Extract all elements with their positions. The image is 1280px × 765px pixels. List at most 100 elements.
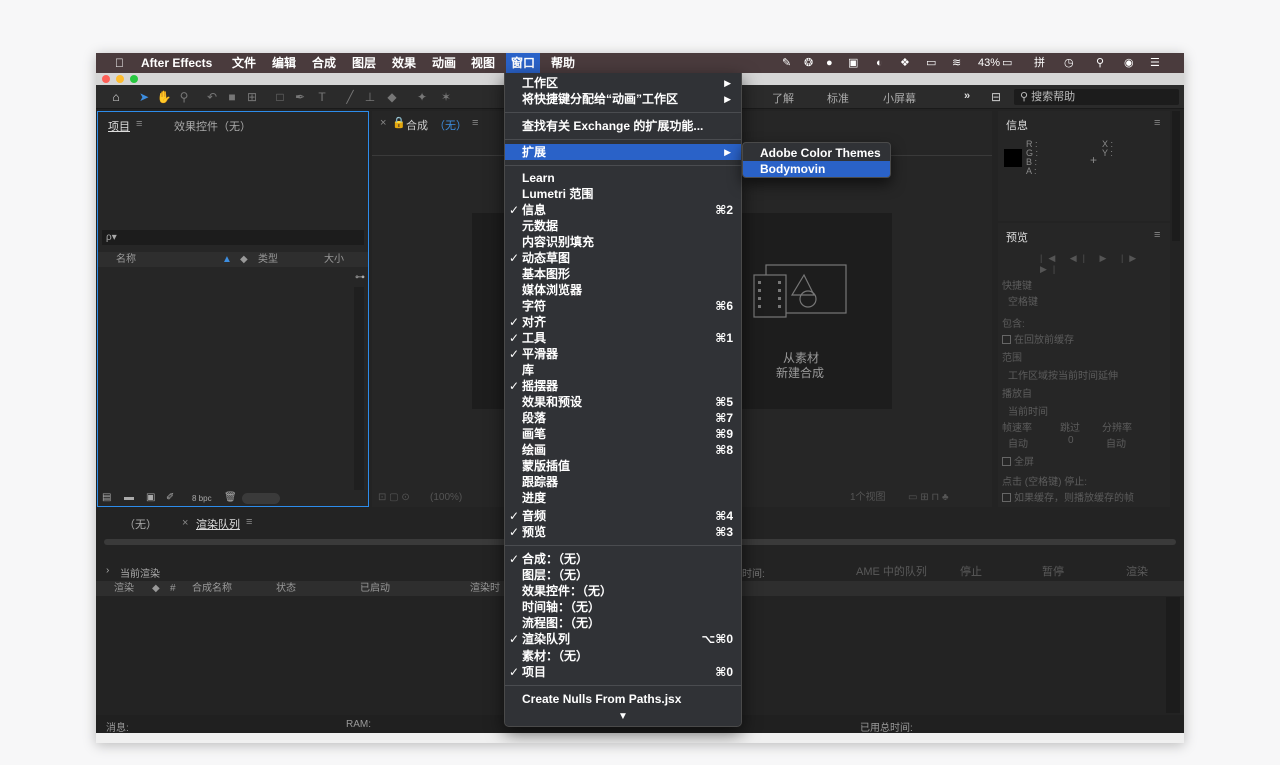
- app-name-menu[interactable]: After Effects: [136, 53, 217, 73]
- menu-item-lumetri-scopes[interactable]: Lumetri 范围: [505, 186, 741, 202]
- col-status[interactable]: 状态: [276, 581, 296, 596]
- label-tag-icon[interactable]: ◆: [152, 581, 160, 596]
- menu-item-footage-none[interactable]: 素材：（无）: [505, 648, 741, 664]
- menu-item-wiggler[interactable]: ✓ 摇摆器: [505, 378, 741, 394]
- menu-animation[interactable]: 动画: [427, 53, 461, 73]
- camera-tool-icon[interactable]: ■: [224, 89, 240, 105]
- siri-icon[interactable]: ◉: [1124, 53, 1134, 73]
- tab-effect-controls[interactable]: 效果控件（无）: [174, 118, 251, 134]
- hand-tool-icon[interactable]: ✋: [156, 89, 172, 105]
- workspace-standard[interactable]: 标准: [827, 90, 849, 106]
- render-icon[interactable]: ✐: [166, 492, 174, 503]
- display-icon[interactable]: ▣: [848, 53, 858, 73]
- zoom-dropdown[interactable]: (100%): [430, 489, 462, 507]
- menu-item-media-browser[interactable]: 媒体浏览器: [505, 282, 741, 298]
- menu-item-smoother[interactable]: ✓ 平滑器: [505, 346, 741, 362]
- new-comp-from-footage-icon[interactable]: [752, 263, 848, 319]
- label-tag-icon[interactable]: ◆: [240, 252, 248, 267]
- render-scrollbar[interactable]: [1166, 597, 1180, 713]
- shortcut-dropdown[interactable]: 空格键: [1008, 293, 1038, 308]
- menu-item-effect-controls-none[interactable]: 效果控件：（无）: [505, 583, 741, 599]
- menu-item-tools[interactable]: ✓ 工具 ⌘1: [505, 330, 741, 346]
- search-icon[interactable]: ⚲: [1096, 53, 1104, 73]
- menu-item-paragraph[interactable]: 段落 ⌘7: [505, 410, 741, 426]
- home-icon[interactable]: ⌂: [108, 89, 124, 105]
- menu-item-workspace[interactable]: 工作区 ▶: [505, 75, 741, 91]
- new-comp-from-footage-line2[interactable]: 新建合成: [776, 364, 824, 381]
- submenu-item-adobe-color-themes[interactable]: Adobe Color Themes: [743, 145, 890, 161]
- col-comp-name[interactable]: 合成名称: [192, 581, 232, 596]
- new-folder-icon[interactable]: ▬: [124, 492, 134, 503]
- col-size[interactable]: 大小: [324, 252, 344, 267]
- menu-item-info[interactable]: ✓ 信息 ⌘2: [505, 202, 741, 218]
- panel-menu-icon[interactable]: ≡: [472, 117, 478, 129]
- apple-icon[interactable]: : [110, 53, 129, 73]
- pan-behind-tool-icon[interactable]: ⊞: [244, 89, 260, 105]
- wifi-icon[interactable]: ≋: [952, 53, 961, 73]
- menu-file[interactable]: 文件: [227, 53, 261, 73]
- panel-menu-icon[interactable]: ≡: [1154, 229, 1160, 241]
- battery-icon[interactable]: ▭: [1002, 53, 1012, 73]
- col-type[interactable]: 类型: [258, 252, 278, 267]
- menu-effect[interactable]: 效果: [387, 53, 421, 73]
- menu-edit[interactable]: 编辑: [267, 53, 301, 73]
- menu-item-brushes[interactable]: 画笔 ⌘9: [505, 426, 741, 442]
- info-title[interactable]: 信息: [1006, 117, 1028, 133]
- pen-icon[interactable]: ✎: [782, 53, 791, 73]
- sort-asc-icon[interactable]: ▲: [222, 252, 232, 267]
- menu-item-align[interactable]: ✓ 对齐: [505, 314, 741, 330]
- menu-item-motion-sketch[interactable]: ✓ 动态草图: [505, 250, 741, 266]
- bird-icon[interactable]: ◐: [876, 53, 883, 73]
- menu-item-learn[interactable]: Learn: [505, 170, 741, 186]
- range-dropdown[interactable]: 工作区域按当前时间延伸: [1008, 367, 1118, 382]
- menu-view[interactable]: 视图: [466, 53, 500, 73]
- submenu-item-bodymovin[interactable]: Bodymovin: [743, 161, 890, 177]
- view-options-icon[interactable]: ▭ ⊞ ⊓ ♣: [908, 489, 949, 507]
- type-tool-icon[interactable]: T: [314, 89, 330, 105]
- menu-item-extensions[interactable]: 扩展 ▶: [505, 144, 741, 160]
- zoom-window-button[interactable]: [130, 75, 138, 83]
- wechat-icon[interactable]: ❂: [804, 53, 813, 73]
- resolution-dropdown[interactable]: 自动: [1106, 435, 1126, 450]
- menu-item-timeline-none[interactable]: 时间轴：（无）: [505, 599, 741, 615]
- expand-icon[interactable]: ›: [106, 565, 109, 576]
- menu-item-preview[interactable]: ✓ 预览 ⌘3: [505, 524, 741, 540]
- trash-icon[interactable]: 🗑: [224, 492, 237, 503]
- col-name[interactable]: 名称: [116, 252, 136, 267]
- tab-render-queue[interactable]: 渲染队列: [196, 516, 240, 532]
- selection-tool-icon[interactable]: ➤: [136, 89, 152, 105]
- brush-tool-icon[interactable]: ╱: [342, 89, 358, 105]
- menu-item-find-extensions[interactable]: 查找有关 Exchange 的扩展功能...: [505, 118, 741, 134]
- rotate-tool-icon[interactable]: ↶: [204, 89, 220, 105]
- chat-icon[interactable]: ❖: [900, 53, 910, 73]
- render-button[interactable]: 渲染: [1126, 563, 1148, 579]
- eraser-tool-icon[interactable]: ◆: [384, 89, 400, 105]
- workspace-learn[interactable]: 了解: [772, 90, 794, 106]
- col-num[interactable]: #: [170, 581, 176, 596]
- flowchart-icon[interactable]: ⊶: [355, 272, 365, 283]
- preview-title[interactable]: 预览: [1006, 229, 1028, 245]
- menu-item-character[interactable]: 字符 ⌘6: [505, 298, 741, 314]
- keyboard-icon[interactable]: ▭: [926, 53, 936, 73]
- tab-project[interactable]: 项目: [108, 118, 130, 134]
- menu-item-audio[interactable]: ✓ 音频 ⌘4: [505, 508, 741, 524]
- tab-timeline-none[interactable]: （无）: [124, 516, 157, 532]
- panel-menu-icon[interactable]: ≡: [136, 118, 142, 130]
- menu-item-effects-presets[interactable]: 效果和预设 ⌘5: [505, 394, 741, 410]
- menu-item-project[interactable]: ✓ 项目 ⌘0: [505, 664, 741, 680]
- menu-item-libraries[interactable]: 库: [505, 362, 741, 378]
- input-icon[interactable]: 拼: [1034, 53, 1045, 73]
- rectangle-tool-icon[interactable]: □: [272, 89, 288, 105]
- col-render-time[interactable]: 渲染时: [470, 581, 500, 596]
- minimize-window-button[interactable]: [116, 75, 124, 83]
- bpc-button[interactable]: 8 bpc: [192, 494, 212, 503]
- panel-menu-icon[interactable]: ≡: [1154, 117, 1160, 129]
- interpret-footage-icon[interactable]: ▤: [102, 492, 111, 503]
- menu-item-progress[interactable]: 进度: [505, 490, 741, 506]
- menu-item-layer-none[interactable]: 图层：（无）: [505, 567, 741, 583]
- menu-item-flowchart-none[interactable]: 流程图：（无）: [505, 615, 741, 631]
- right-scrollbar[interactable]: [1172, 111, 1180, 241]
- menu-item-create-nulls[interactable]: Create Nulls From Paths.jsx: [505, 691, 741, 707]
- menu-item-content-aware-fill[interactable]: 内容识别填充: [505, 234, 741, 250]
- stop-option-checkbox[interactable]: 如果缓存，则播放缓存的帧: [1002, 489, 1134, 504]
